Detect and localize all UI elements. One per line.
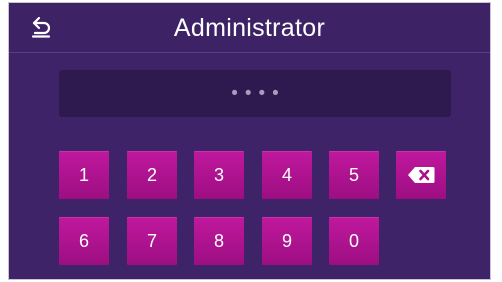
- backspace-button[interactable]: [396, 151, 446, 199]
- key-4[interactable]: 4: [262, 151, 312, 199]
- key-1[interactable]: 1: [59, 151, 109, 199]
- key-0[interactable]: 0: [329, 217, 379, 265]
- key-3[interactable]: 3: [194, 151, 244, 199]
- admin-pin-screen: Administrator •••• 1 2 3 4 5 6 7 8 9 0: [8, 2, 491, 280]
- key-7[interactable]: 7: [127, 217, 177, 265]
- backspace-icon: [407, 166, 435, 184]
- header-bar: Administrator: [9, 3, 490, 53]
- key-2[interactable]: 2: [127, 151, 177, 199]
- key-6[interactable]: 6: [59, 217, 109, 265]
- page-title: Administrator: [173, 14, 326, 42]
- key-5[interactable]: 5: [329, 151, 379, 199]
- pin-display: ••••: [59, 70, 451, 117]
- key-8[interactable]: 8: [194, 217, 244, 265]
- pin-masked-value: ••••: [231, 82, 286, 104]
- key-9[interactable]: 9: [262, 217, 312, 265]
